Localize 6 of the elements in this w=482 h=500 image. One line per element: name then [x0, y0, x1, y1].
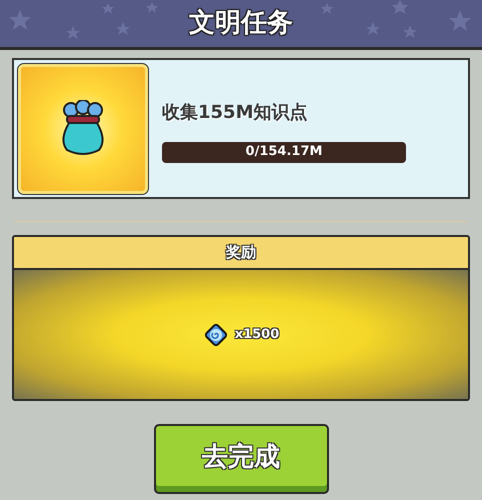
window-title: 文明任务	[189, 7, 293, 40]
complete-button[interactable]: 去完成	[154, 424, 328, 494]
task-description: 收集155M知识点	[162, 100, 308, 124]
reward-heading: 奖励	[226, 242, 256, 264]
reward-amount: x1500	[234, 326, 280, 344]
progress-reading: 0/154.17M	[246, 143, 322, 162]
